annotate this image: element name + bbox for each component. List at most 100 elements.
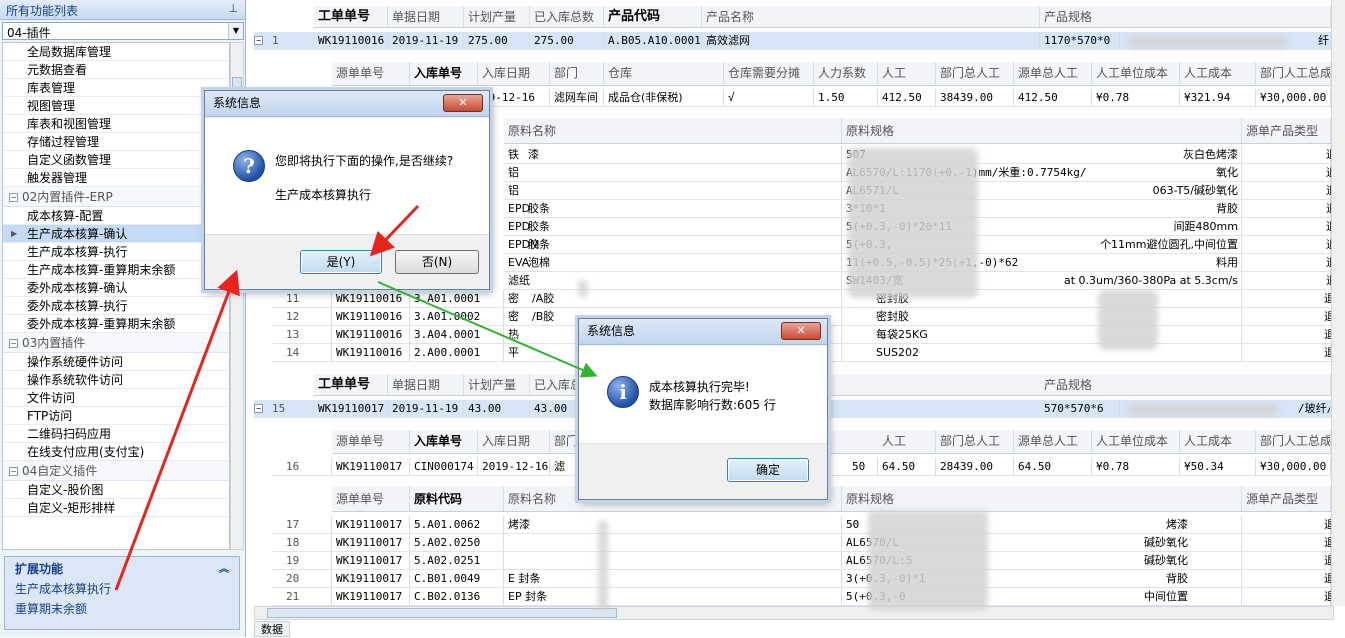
cell[interactable]: 412.50 — [878, 89, 936, 106]
cell[interactable]: CIN000174 — [410, 458, 478, 475]
ext-link-run-cost[interactable]: 生产成本核算执行 — [5, 579, 239, 599]
cell[interactable]: EP 封条 — [504, 588, 842, 605]
material-row[interactable]: 17 WK19110017 5.A01.0062 烤漆 50 烤漆退 — [272, 516, 1332, 534]
col-header[interactable]: 产品规格 — [1040, 6, 1331, 27]
ext-link-recalc[interactable]: 重算期末余额 — [5, 599, 239, 619]
cell[interactable]: 38439.00 — [936, 89, 1014, 106]
cell[interactable]: 28439.00 — [936, 458, 1014, 475]
grid-horizontal-scrollbar[interactable] — [254, 606, 1334, 620]
cell[interactable] — [1242, 272, 1331, 289]
cell[interactable]: 滤网车间 — [550, 89, 604, 106]
cell[interactable]: 3.A01.0002 — [410, 308, 504, 325]
cell[interactable]: 碱砂氧化 — [992, 552, 1192, 569]
collapse-icon[interactable]: − — [9, 193, 18, 202]
cell[interactable]: 胶条 — [524, 200, 584, 217]
tree-item[interactable]: 操作系统硬件访问 — [3, 353, 229, 371]
col-header[interactable]: 部门人工总成本 — [1256, 62, 1331, 85]
col-header[interactable]: 源单产品类型 — [1242, 486, 1331, 511]
cell[interactable]: 2019-12-16 — [478, 458, 550, 475]
col-header[interactable]: 人工 — [878, 430, 936, 453]
tree-item[interactable]: 委外成本核算-重算期末余额 — [3, 315, 229, 333]
tree-item[interactable]: 成本核算-配置 — [3, 207, 229, 225]
cell[interactable] — [524, 272, 584, 289]
cell[interactable]: 氧化 — [1034, 164, 1242, 181]
cell[interactable]: E 封条 — [504, 570, 842, 587]
cell[interactable]: 每袋25KG — [872, 326, 1022, 343]
col-header[interactable]: 部门 — [550, 430, 576, 453]
cell[interactable]: 纤 — [1314, 32, 1331, 49]
cell[interactable]: 背胶 — [992, 570, 1192, 587]
material-row[interactable]: 19WK191100175.A02.0251AL6570/L:5碱砂氧化退 — [272, 552, 1332, 570]
cell[interactable]: ¥321.94 — [1180, 89, 1256, 106]
cell[interactable]: 中间位置 — [992, 588, 1192, 605]
col-header[interactable]: 部门总人工 — [936, 430, 1014, 453]
cell[interactable]: WK19110017 — [332, 458, 410, 475]
cell[interactable] — [1242, 182, 1331, 199]
cell[interactable]: WK19110017 — [332, 534, 410, 551]
col-header[interactable]: 部门人工总成本 — [1256, 430, 1331, 453]
cell[interactable]: 烤漆 — [992, 516, 1192, 533]
chevron-down-icon[interactable]: ▼ — [228, 23, 243, 39]
material-row[interactable]: 11 WK19110016 3.A01.0001 密/A胶 密封胶退 — [272, 290, 1332, 308]
data-tab[interactable]: 数据 — [254, 621, 290, 637]
cell[interactable]: 烤漆 — [504, 516, 842, 533]
material-row[interactable]: 21WK19110017C.B02.0136EP 封条5(+0.3,-0中间位置… — [272, 588, 1332, 606]
cell[interactable]: WK19110016 — [314, 32, 388, 49]
cell[interactable] — [524, 182, 584, 199]
cell[interactable] — [1242, 254, 1331, 271]
cell[interactable]: 5.A02.0250 — [410, 534, 504, 551]
close-icon[interactable]: ✕ — [443, 94, 483, 112]
dialog-titlebar[interactable]: 系统信息 ✕ — [205, 91, 489, 117]
material-row[interactable]: 20WK19110017C.B01.0049E 封条3(+0.3,-0)*1背胶… — [272, 570, 1332, 588]
tree-item[interactable]: 文件访问 — [3, 389, 229, 407]
pin-icon[interactable]: ⊥ — [228, 2, 238, 15]
col-header[interactable]: 人工成本 — [1180, 430, 1256, 453]
cell[interactable] — [504, 534, 842, 551]
tree-group-custom[interactable]: −04自定义插件 — [3, 461, 229, 481]
collapse-chevron-icon[interactable]: ︽ — [219, 560, 229, 575]
cell[interactable]: ¥50.34 — [1180, 458, 1256, 475]
tree-item[interactable]: 全局数据库管理 — [3, 43, 229, 61]
cell[interactable] — [1242, 534, 1331, 551]
tree-item[interactable]: 自定义-矩形排样 — [3, 499, 229, 517]
tree-item[interactable]: 库表管理 — [3, 79, 229, 97]
col-header[interactable]: 产品规格 — [1040, 374, 1331, 395]
cell[interactable]: WK19110017 — [314, 400, 388, 417]
material-row[interactable]: 18WK191100175.A02.0250AL6570/L碱砂氧化退 — [272, 534, 1332, 552]
tree-item-selected[interactable]: 生产成本核算-确认 — [3, 225, 229, 243]
scroll-thumb[interactable] — [267, 608, 617, 618]
yes-button[interactable]: 是(Y) — [300, 250, 382, 274]
cell[interactable]: 43.00 — [530, 400, 580, 417]
col-header[interactable]: 人工成本 — [1180, 62, 1256, 85]
cell[interactable]: 间距480mm — [1034, 218, 1242, 235]
cell[interactable] — [1242, 146, 1331, 163]
cell[interactable]: SUS202 — [872, 344, 1022, 361]
tree-item[interactable]: 生产成本核算-重算期末余额 — [3, 261, 229, 279]
col-header[interactable]: 人工 — [878, 62, 936, 85]
cell[interactable]: 412.50 — [1014, 89, 1092, 106]
cell[interactable]: WK19110016 — [332, 326, 410, 343]
cell[interactable]: 1.50 — [814, 89, 878, 106]
tree-item[interactable]: 二维码扫码应用 — [3, 425, 229, 443]
dialog-titlebar[interactable]: 系统信息 ✕ — [579, 319, 827, 345]
cell[interactable]: 成品仓(非保税) — [604, 89, 724, 106]
cell[interactable]: ¥30,000.00 — [1256, 89, 1331, 106]
col-header[interactable]: 源单单号 — [332, 62, 410, 85]
checkbox-cell[interactable]: √ — [724, 89, 814, 106]
col-header[interactable]: 计划产量 — [464, 374, 530, 395]
col-header[interactable]: 源单总人工 — [1014, 62, 1092, 85]
cell[interactable]: 275.00 — [530, 32, 604, 49]
col-header[interactable]: 工单单号 — [314, 374, 388, 395]
tree-item[interactable]: 视图管理 — [3, 97, 229, 115]
cell[interactable]: 灰白色烤漆 — [1034, 146, 1242, 163]
col-header[interactable]: 原料代码 — [410, 486, 504, 511]
tree-group-builtin[interactable]: −03内置插件 — [3, 333, 229, 353]
cell[interactable]: ¥30,000.00 — [1256, 458, 1331, 475]
cell[interactable] — [1242, 516, 1331, 533]
cell[interactable]: 2019-11-19 — [388, 400, 464, 417]
cell[interactable] — [1242, 588, 1331, 605]
cell[interactable]: 5.A02.0251 — [410, 552, 504, 569]
col-header[interactable]: 人工单位成本 — [1092, 62, 1180, 85]
col-header[interactable]: 人力系数 — [814, 62, 878, 85]
cell[interactable]: 43.00 — [464, 400, 530, 417]
